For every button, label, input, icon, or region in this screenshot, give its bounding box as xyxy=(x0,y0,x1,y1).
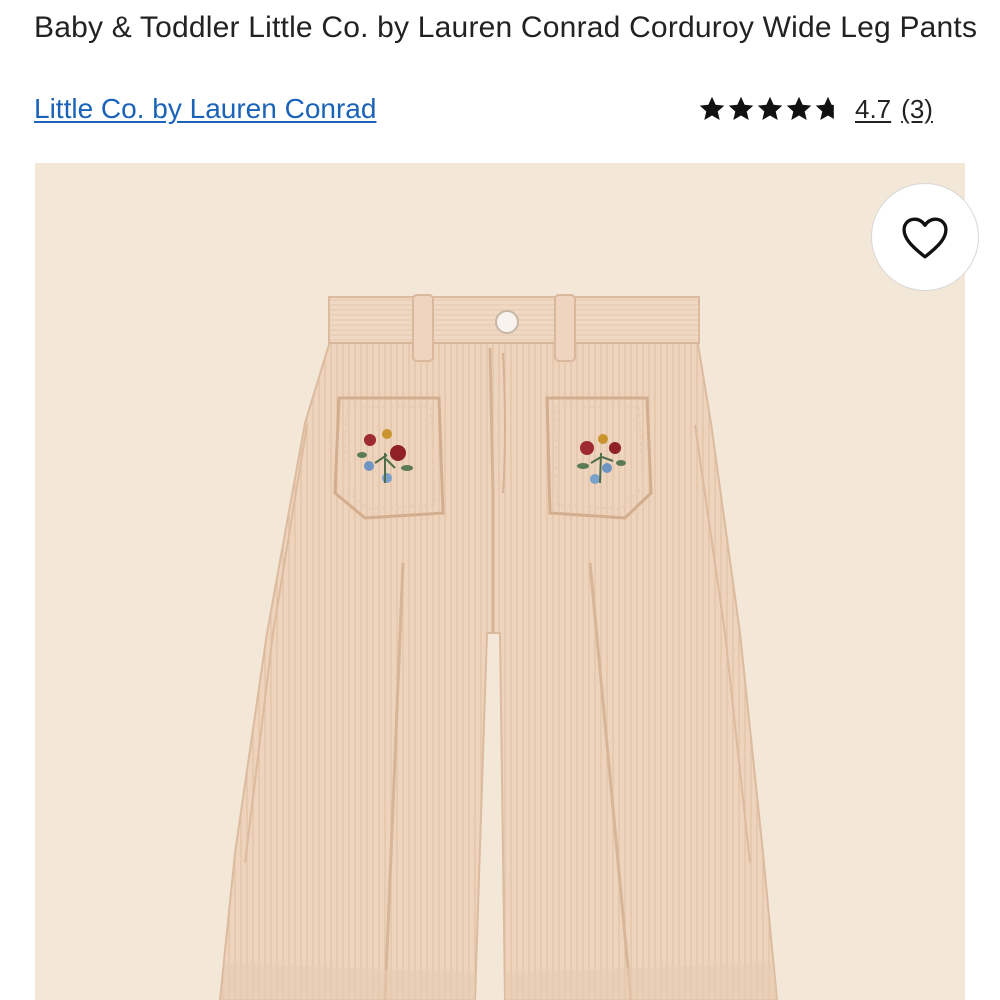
heart-outline-icon xyxy=(902,217,948,259)
star-icon xyxy=(699,96,725,120)
brand-link[interactable]: Little Co. by Lauren Conrad xyxy=(34,92,376,126)
product-title: Baby & Toddler Little Co. by Lauren Conr… xyxy=(34,11,978,44)
rating-stars xyxy=(698,95,843,123)
star-icon xyxy=(757,96,783,120)
pants-illustration xyxy=(35,163,965,1000)
star-half-icon xyxy=(815,96,834,120)
rating-value: 4.7 xyxy=(855,93,892,124)
star-icon xyxy=(786,96,812,120)
review-count-link[interactable]: (3) xyxy=(901,94,933,125)
product-rating[interactable]: 4.7 (3) xyxy=(698,92,933,126)
add-to-favorites-button[interactable] xyxy=(871,183,979,291)
product-image[interactable] xyxy=(35,163,965,1000)
star-icon xyxy=(728,96,754,120)
